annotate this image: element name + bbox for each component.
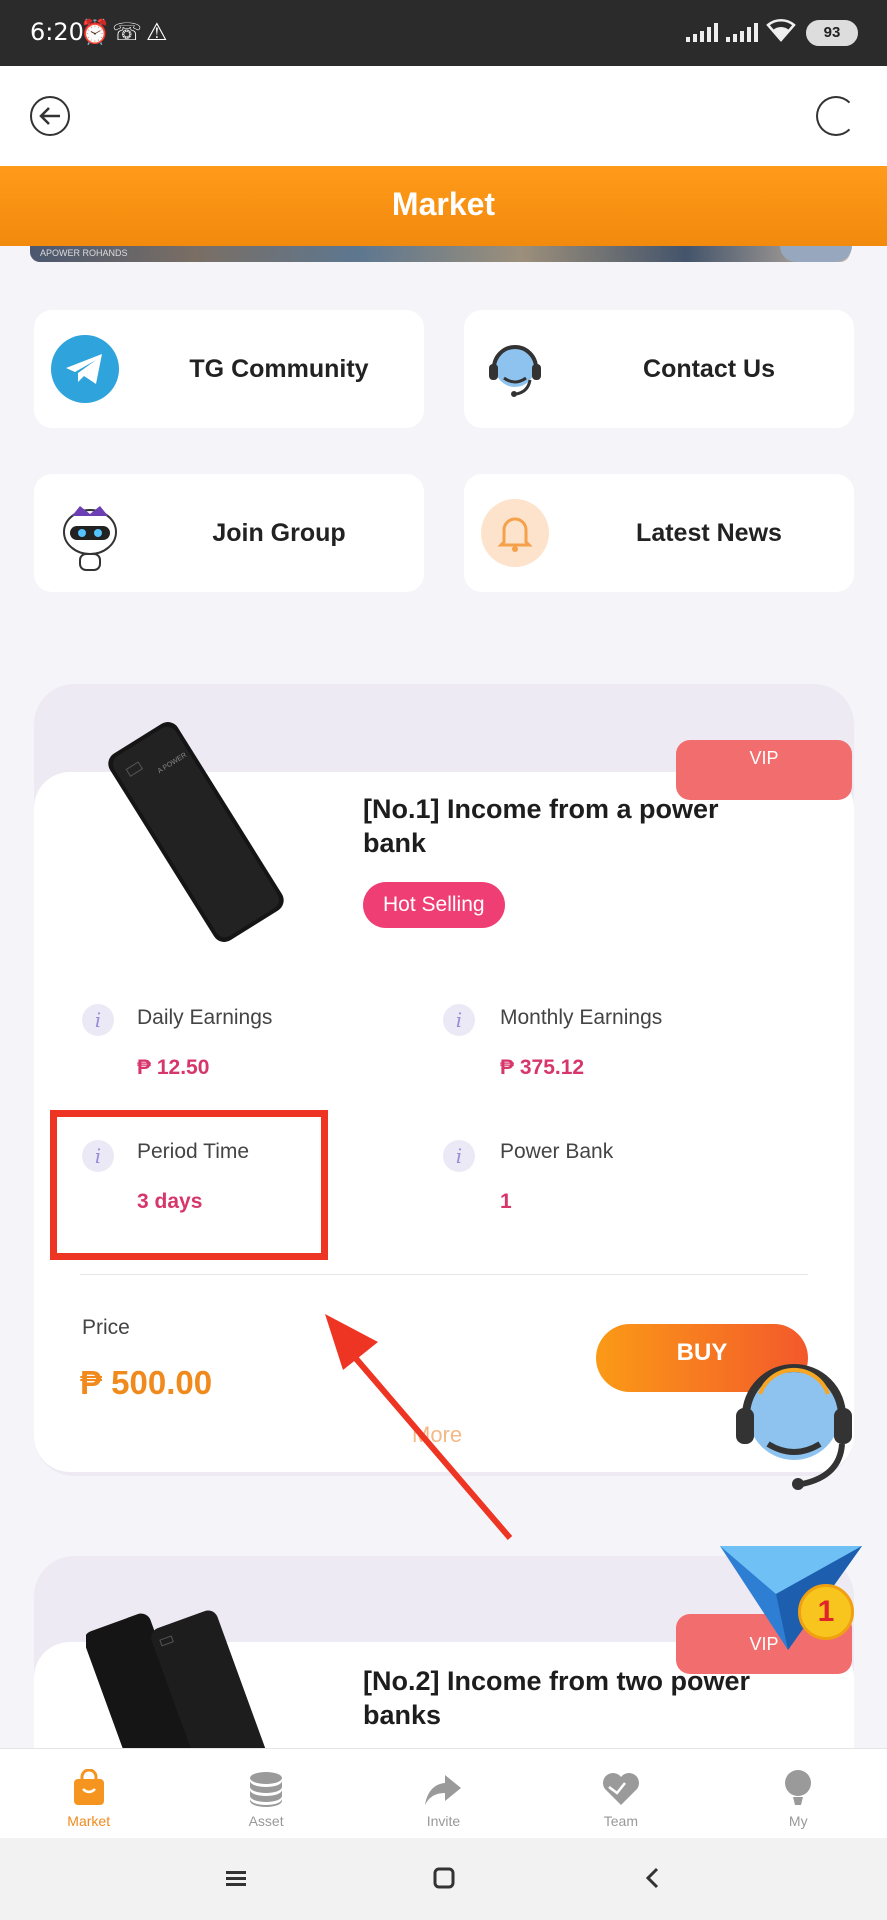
monthly-earnings-label: Monthly Earnings [500,1006,663,1029]
database-icon [177,1763,354,1807]
warning-icon: ⚠ [146,18,168,46]
signal-icon [686,22,718,42]
daily-earnings-value: ₱ 12.50 [137,1056,210,1079]
telegram-icon [50,334,120,404]
chat-bubble-icon: ☏ [112,18,143,46]
back-chevron-icon[interactable] [632,1858,672,1898]
contact-us-label: Contact Us [643,354,775,383]
vip-tag: VIP [676,740,852,800]
home-square-icon[interactable] [424,1858,464,1898]
product-title: [No.1] Income from a power bank [363,794,719,858]
headset-support-icon [480,334,550,404]
daily-earnings-label: Daily Earnings [137,1006,273,1029]
menu-icon[interactable] [216,1858,256,1898]
hot-selling-badge: Hot Selling [363,882,505,928]
robot-mascot-icon [50,498,120,571]
nav-team-label: Team [603,1813,638,1829]
join-group-label: Join Group [212,518,346,547]
user-avatar-icon [710,1763,887,1807]
notification-badge: 1 [798,1584,854,1640]
latest-news-label: Latest News [636,518,782,547]
nav-team[interactable]: Team [532,1749,709,1838]
price-label: Price [82,1316,130,1339]
battery-indicator: 93 [806,20,858,46]
annotation-arrow [300,1300,530,1550]
tg-community-label: TG Community [189,354,369,383]
bottom-nav: Market Asset Invite Team My [0,1748,887,1838]
annotation-highlight-box [50,1110,328,1260]
shopping-bag-icon [0,1763,177,1807]
power-bank-pair-image [86,1590,306,1748]
latest-news-card[interactable]: Latest News [464,474,854,592]
power-bank-image: A POWER [86,712,306,952]
price-value: ₱ 500.00 [80,1364,213,1401]
bell-icon [480,498,550,568]
top-nav [0,66,887,166]
system-nav-bar [0,1838,887,1920]
join-group-card[interactable]: Join Group [34,474,424,592]
nav-asset-label: Asset [248,1813,284,1829]
status-bar: 6:20 ⏰ ☏ ⚠ 93 [0,0,887,66]
nav-my-label: My [788,1813,808,1829]
monthly-earnings-value: ₱ 375.12 [500,1056,585,1079]
signal-icon-2 [726,22,758,42]
nav-my[interactable]: My [710,1749,887,1838]
divider [80,1274,808,1275]
nav-invite[interactable]: Invite [355,1749,532,1838]
share-arrow-icon [355,1763,532,1807]
info-icon: i [443,1140,475,1172]
banner-indicator [780,246,852,262]
wifi-icon [766,16,796,48]
tg-community-card[interactable]: TG Community [34,310,424,428]
title-bar: Market [0,166,887,246]
power-bank-value: 1 [500,1190,512,1213]
floating-support-icon[interactable] [722,1334,866,1494]
refresh-icon[interactable] [816,96,856,136]
info-icon: i [82,1004,114,1036]
nav-market-label: Market [67,1813,111,1829]
heart-team-icon [532,1763,709,1807]
power-bank-label: Power Bank [500,1140,614,1163]
banner-caption: APOWER ROHANDS [40,248,128,258]
contact-us-card[interactable]: Contact Us [464,310,854,428]
product-title-2: [No.2] Income from two power banks [363,1666,751,1730]
paper-plane-icon[interactable]: 1 [716,1544,866,1654]
nav-invite-label: Invite [426,1813,461,1829]
nav-market[interactable]: Market [0,1749,177,1838]
nav-asset[interactable]: Asset [177,1749,354,1838]
page-title: Market [391,186,496,222]
alarm-icon: ⏰ [80,18,110,46]
status-time: 6:20 [30,18,84,46]
back-arrow-icon[interactable] [30,96,70,136]
banner-image[interactable]: APOWER ROHANDS [30,246,850,262]
info-icon: i [443,1004,475,1036]
